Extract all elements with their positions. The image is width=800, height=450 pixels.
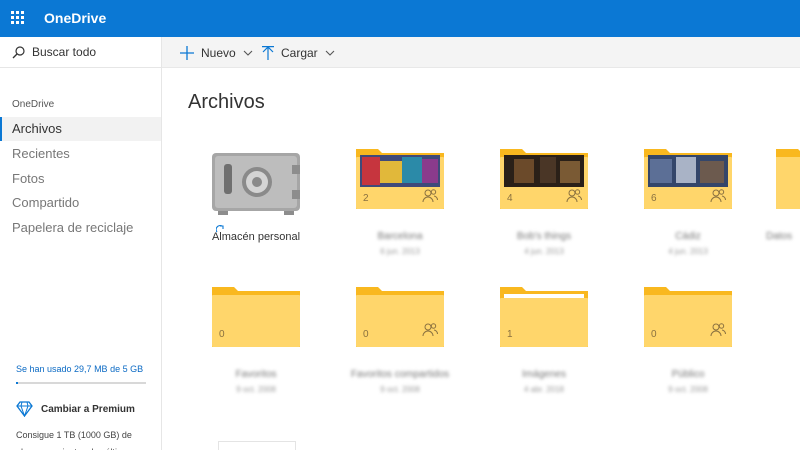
folder-icon	[212, 287, 300, 347]
folder-tile[interactable]: 4 Bob's things 4 jun. 2013	[484, 147, 604, 267]
item-count: 1	[507, 329, 513, 340]
sidebar-item-papelera[interactable]: Papelera de reciclaje	[0, 216, 161, 240]
tile-name: Barcelona	[377, 231, 423, 242]
tile-date: 4 abr. 2018	[523, 385, 565, 394]
top-bar: OneDrive	[0, 0, 800, 37]
folder-icon	[776, 149, 800, 209]
upload-button[interactable]: Cargar	[262, 37, 335, 68]
folder-icon	[500, 287, 588, 347]
item-count: 6	[651, 193, 657, 204]
command-bar: Nuevo Cargar	[162, 37, 800, 68]
item-count: 4	[507, 193, 513, 204]
shared-people-icon	[710, 323, 726, 337]
tile-name: Público	[671, 369, 705, 380]
tile-name: Favoritos compartidos	[350, 369, 450, 380]
storage-bar-fill	[16, 382, 18, 384]
tile-date: 4 jun. 2013	[668, 247, 708, 256]
folder-tile[interactable]: 2 Barcelona 6 jun. 2013	[340, 147, 460, 267]
folder-tile[interactable]: Datos	[760, 147, 800, 267]
premium-label: Cambiar a Premium	[41, 404, 135, 415]
folder-tile[interactable]: 0 Favoritos compartidos 9 oct. 2008	[340, 285, 460, 405]
folder-icon	[356, 287, 444, 347]
tile-name: Datos	[766, 231, 793, 242]
item-count: 0	[363, 329, 369, 340]
sidebar: Buscar todo OneDrive Archivos Recientes …	[0, 37, 162, 450]
item-count: 0	[219, 329, 225, 340]
folder-icon	[644, 149, 732, 209]
tile-date: 4 jun. 2013	[524, 247, 564, 256]
chevron-down-icon	[325, 50, 335, 56]
search-box[interactable]: Buscar todo	[0, 37, 162, 68]
upload-button-label: Cargar	[281, 45, 318, 60]
vault-icon	[212, 153, 300, 215]
tile-name: Imágenes	[522, 369, 566, 380]
folder-tile[interactable]: 1 Imágenes 4 abr. 2018	[484, 285, 604, 405]
tile-name: Favoritos	[235, 369, 277, 380]
tile-date: 6 jun. 2013	[380, 247, 420, 256]
app-title[interactable]: OneDrive	[44, 10, 106, 26]
shared-people-icon	[710, 189, 726, 203]
plus-icon	[180, 45, 194, 60]
folder-icon	[500, 149, 588, 209]
chevron-down-icon	[243, 50, 253, 56]
tile-name: Cádiz	[675, 231, 701, 242]
sidebar-item-compartido[interactable]: Compartido	[0, 191, 161, 215]
folder-tile[interactable]: 0 Favoritos 9 oct. 2008	[196, 285, 316, 405]
sidebar-item-archivos[interactable]: Archivos	[0, 117, 161, 141]
folder-icon	[644, 287, 732, 347]
vault-tile[interactable]: Almacén personal	[196, 147, 316, 267]
nav-heading: OneDrive	[12, 99, 55, 110]
tile-name: Bob's things	[516, 231, 572, 242]
new-button-label: Nuevo	[201, 45, 236, 60]
premium-description: Consigue 1 TB (1000 GB) de almacenamient…	[16, 430, 134, 450]
tile-date: 9 oct. 2008	[236, 385, 276, 394]
sidebar-item-fotos[interactable]: Fotos	[0, 167, 161, 191]
diamond-icon	[16, 401, 33, 417]
page-title: Archivos	[188, 91, 265, 113]
next-row-tile[interactable]	[218, 441, 296, 450]
search-label: Buscar todo	[32, 45, 97, 59]
item-count: 0	[651, 329, 657, 340]
app-launcher-icon[interactable]	[11, 11, 25, 25]
shared-people-icon	[422, 189, 438, 203]
storage-bar	[16, 382, 146, 384]
item-count: 2	[363, 193, 369, 204]
search-icon	[12, 46, 25, 59]
shared-people-icon	[566, 189, 582, 203]
folder-tile[interactable]: 0 Público 9 oct. 2008	[628, 285, 748, 405]
new-button[interactable]: Nuevo	[180, 37, 253, 68]
folder-tile[interactable]: 6 Cádiz 4 jun. 2013	[628, 147, 748, 267]
tile-date: 9 oct. 2008	[668, 385, 708, 394]
folder-icon	[356, 149, 444, 209]
sidebar-item-recientes[interactable]: Recientes	[0, 142, 161, 166]
tile-date: 9 oct. 2008	[380, 385, 420, 394]
tile-name: Almacén personal	[211, 231, 301, 243]
upload-icon	[262, 45, 274, 60]
storage-usage-link[interactable]: Se han usado 29,7 MB de 5 GB	[16, 364, 143, 374]
shared-people-icon	[422, 323, 438, 337]
